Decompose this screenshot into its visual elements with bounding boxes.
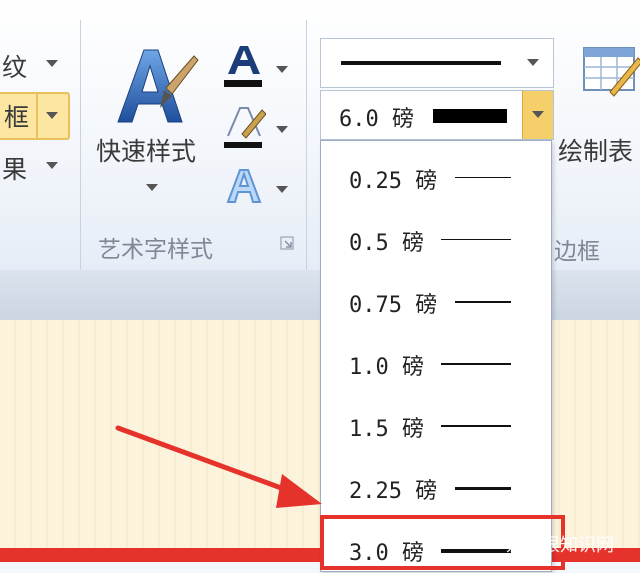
annotation-arrow-icon	[115, 425, 322, 508]
watermark-text: 爱创根知识网	[506, 535, 614, 556]
